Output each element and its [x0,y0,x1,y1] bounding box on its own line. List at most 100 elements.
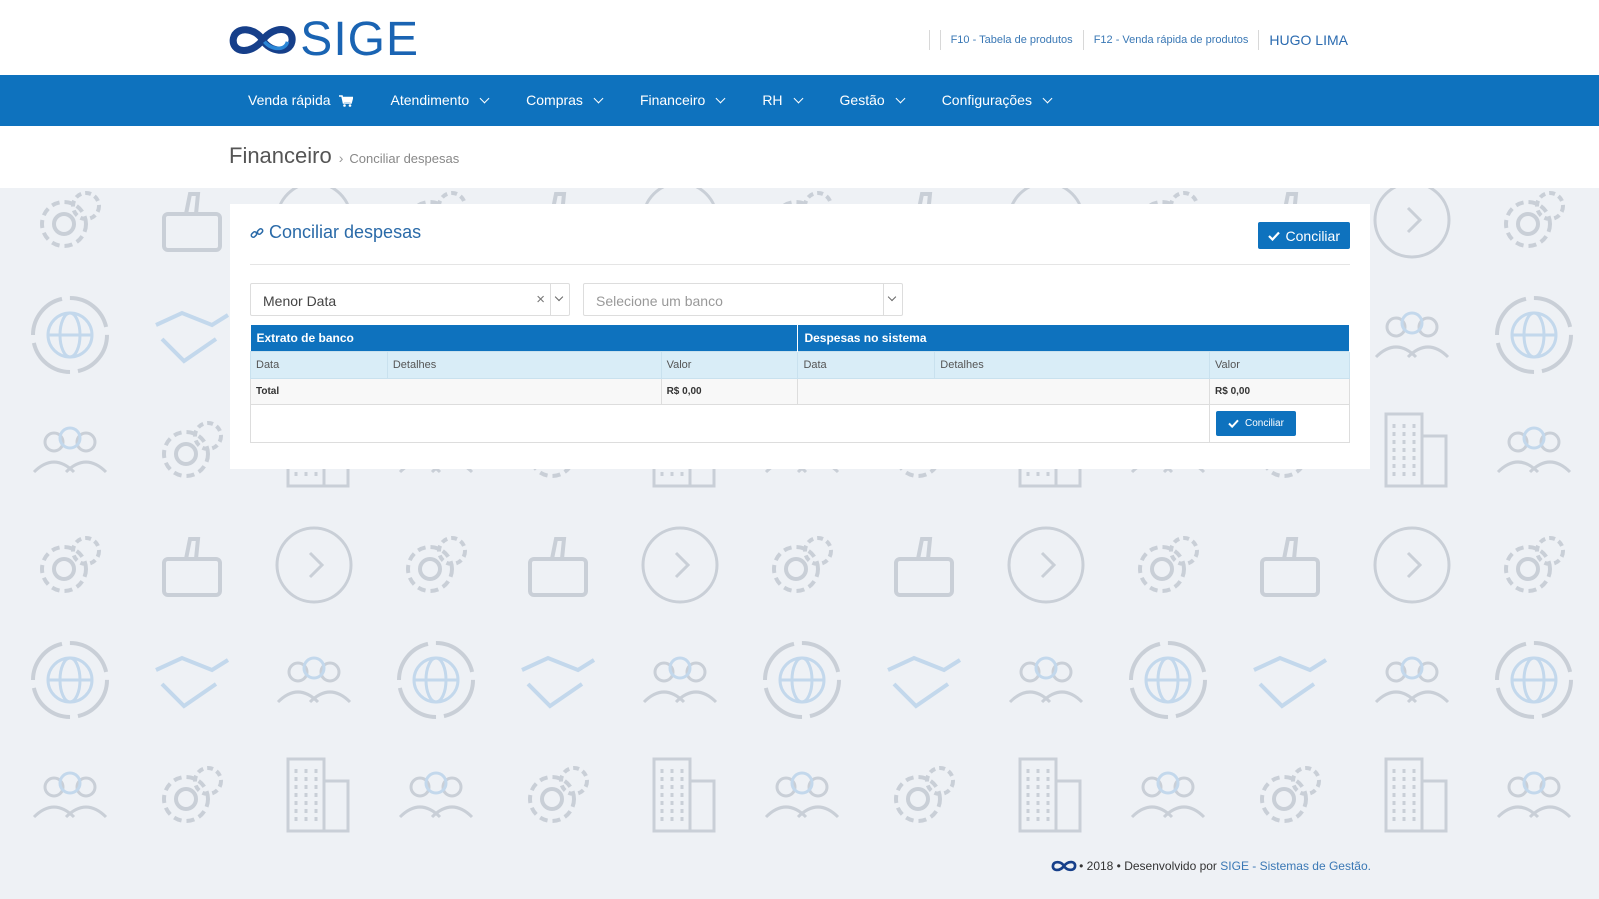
divider [928,30,930,50]
nav-item-compras[interactable]: Compras [507,75,621,126]
circle-pattern-icon [275,526,353,604]
infinity-logo-icon [229,26,296,54]
col-details[interactable]: Detalhes [934,351,1211,379]
gear-pattern-icon [528,766,589,823]
hand-pattern-icon [887,655,962,709]
panel-title: Conciliar despesas [250,222,421,243]
bank-select-placeholder: Selecione um banco [596,293,723,309]
gear-pattern-icon [1260,766,1321,823]
people-pattern-icon [32,426,108,474]
breadcrumb-section[interactable]: Financeiro [229,143,332,169]
thumb-pattern-icon [894,537,954,597]
nav-item-financeiro[interactable]: Financeiro [621,75,743,126]
nav-item-label: Compras [526,92,583,108]
gear-pattern-icon [1504,536,1565,593]
breadcrumb-current: Conciliar despesas [349,151,460,166]
chevron-down-icon [554,292,564,302]
divider [1082,30,1084,50]
conciliar-button[interactable]: Conciliar [1257,222,1350,249]
conciliar-row-button-label: Conciliar [1245,418,1284,429]
bank-statement-header: Extrato de banco [250,325,799,352]
col-value[interactable]: Valor [1209,351,1350,379]
col-date[interactable]: Data [797,351,936,379]
breadcrumb-separator: › [338,150,344,166]
conciliar-row-button[interactable]: Conciliar [1216,411,1296,436]
footer-text: • 2018 • Desenvolvido por [1079,859,1221,873]
hand-pattern-icon [155,310,230,364]
quick-sale-link[interactable]: F12 - Venda rápida de produtos [1094,34,1249,46]
user-menu[interactable]: HUGO LIMA [1269,32,1348,48]
nav-item-label: Gestão [839,92,885,108]
nav-item-label: Financeiro [639,92,706,108]
divider [939,30,941,50]
people-pattern-icon [1130,771,1206,819]
people-pattern-icon [1008,656,1084,704]
building-pattern-icon [1018,757,1082,833]
gear-pattern-icon [772,536,833,593]
check-icon [1267,231,1280,241]
people-pattern-icon [1496,426,1572,474]
chevron-down-icon [1042,93,1053,104]
panel-title-text: Conciliar despesas [269,222,422,242]
gear-pattern-icon [162,766,223,823]
nav-item-label: Configurações [941,92,1032,108]
gear-pattern-icon [406,536,467,593]
gear-pattern-icon [162,421,223,478]
infinity-logo-icon [1051,860,1077,872]
footer-company-link[interactable]: SIGE - Sistemas de Gestão. [1220,859,1371,873]
nav-item-label: RH [762,92,783,108]
dropdown-toggle[interactable] [550,284,569,315]
people-pattern-icon [398,771,474,819]
clear-icon[interactable]: × [536,291,545,308]
col-details[interactable]: Detalhes [386,351,662,379]
gear-pattern-icon [894,766,955,823]
chevron-down-icon [895,93,906,104]
bank-select[interactable]: Selecione um banco [583,283,903,316]
col-date[interactable]: Data [250,351,388,379]
chevron-down-icon [793,93,803,104]
building-pattern-icon [286,757,350,833]
order-select[interactable]: Menor Data × [250,283,570,316]
header-links: F10 - Tabela de produtos F12 - Venda ráp… [919,29,1348,51]
total-system-spacer [797,378,1211,405]
col-value[interactable]: Valor [660,351,799,379]
products-table-link[interactable]: F10 - Tabela de produtos [951,34,1073,46]
reconcile-panel: Conciliar despesas Conciliar Menor Data … [230,204,1370,469]
action-spacer [249,404,1211,443]
breadcrumb: Financeiro › Conciliar despesas [229,143,459,169]
gear-pattern-icon [40,536,101,593]
chevron-down-icon [593,93,604,104]
total-label: Total [250,378,662,405]
circle-pattern-icon [1373,188,1451,259]
sige-logo[interactable]: SIGE [229,15,419,65]
globe-pattern-icon [1495,296,1573,374]
globe-pattern-icon [31,641,109,719]
globe-pattern-icon [31,296,109,374]
nav-item-atendimento[interactable]: Atendimento [372,75,508,126]
check-icon [1228,419,1239,428]
action-cell: Conciliar [1209,404,1350,443]
chevron-down-icon [715,93,726,104]
nav-item-rh[interactable]: RH [743,75,820,126]
chevron-down-icon [479,93,490,104]
thumb-pattern-icon [528,537,588,597]
top-header: SIGE F10 - Tabela de produtos F12 - Vend… [0,0,1599,75]
chevron-down-icon [887,292,897,302]
hand-pattern-icon [521,655,596,709]
circle-pattern-icon [1007,526,1085,604]
system-expenses-header: Despesas no sistema [797,325,1350,352]
conciliar-button-label: Conciliar [1285,227,1340,244]
globe-pattern-icon [1495,641,1573,719]
dropdown-toggle[interactable] [883,284,902,315]
gear-pattern-icon [40,191,101,248]
people-pattern-icon [1374,656,1450,704]
nav-item-gestao[interactable]: Gestão [821,75,923,126]
link-icon [250,227,264,238]
thumb-pattern-icon [1260,537,1320,597]
thumb-pattern-icon [162,537,222,597]
nav-item-configuracoes[interactable]: Configurações [923,75,1070,126]
total-bank-value: R$ 0,00 [660,378,799,405]
people-pattern-icon [1496,771,1572,819]
building-pattern-icon [1384,757,1448,833]
nav-item-venda-rapida[interactable]: Venda rápida [229,75,372,126]
